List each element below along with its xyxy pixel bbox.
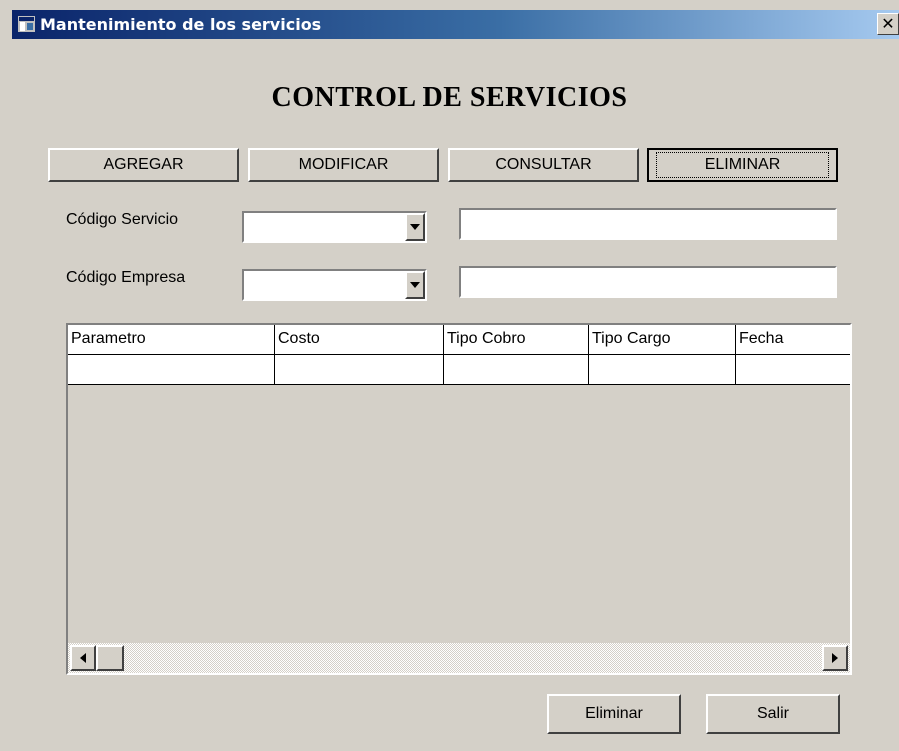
agregar-button-label: AGREGAR: [103, 156, 184, 173]
codigo-empresa-label: Código Empresa: [66, 269, 186, 286]
agregar-button[interactable]: AGREGAR: [48, 148, 239, 182]
salir-button-label: Salir: [756, 705, 789, 722]
codigo-servicio-combo[interactable]: [242, 211, 427, 243]
codigo-servicio-label: Código Servicio: [66, 211, 179, 228]
consultar-button[interactable]: CONSULTAR: [448, 148, 639, 182]
title-bar: Mantenimiento de los servicios ✕: [12, 10, 899, 39]
scrollbar-thumb[interactable]: [96, 645, 124, 671]
column-header-tipo-cobro[interactable]: Tipo Cobro: [444, 325, 589, 355]
modificar-button-label: MODIFICAR: [298, 156, 389, 173]
table-cell[interactable]: [275, 355, 444, 385]
horizontal-scrollbar[interactable]: [68, 643, 850, 673]
table-cell[interactable]: [68, 355, 275, 385]
chevron-down-icon: [410, 224, 420, 230]
eliminar-mode-button-label: ELIMINAR: [655, 152, 830, 178]
table-cell[interactable]: [589, 355, 736, 385]
close-button[interactable]: ✕: [877, 13, 899, 35]
arrow-right-icon: [832, 653, 838, 663]
salir-button[interactable]: Salir: [706, 694, 840, 734]
codigo-empresa-dropdown-button[interactable]: [405, 271, 425, 299]
grid-header: Parametro Costo Tipo Cobro Tipo Cargo Fe…: [68, 325, 850, 355]
chevron-down-icon: [410, 282, 420, 288]
modificar-button[interactable]: MODIFICAR: [248, 148, 439, 182]
column-header-parametro[interactable]: Parametro: [68, 325, 275, 355]
services-grid[interactable]: Parametro Costo Tipo Cobro Tipo Cargo Fe…: [66, 323, 852, 675]
scroll-left-button[interactable]: [70, 645, 96, 671]
consultar-button-label: CONSULTAR: [495, 156, 592, 173]
codigo-empresa-combo[interactable]: [242, 269, 427, 301]
column-header-costo[interactable]: Costo: [275, 325, 444, 355]
codigo-servicio-dropdown-button[interactable]: [405, 213, 425, 241]
window-app-icon: [18, 16, 35, 32]
table-row[interactable]: [68, 355, 850, 385]
window-title: Mantenimiento de los servicios: [40, 15, 322, 34]
column-header-tipo-cargo[interactable]: Tipo Cargo: [589, 325, 736, 355]
table-cell[interactable]: [444, 355, 589, 385]
eliminar-mode-button[interactable]: ELIMINAR: [647, 148, 838, 182]
eliminar-button[interactable]: Eliminar: [547, 694, 681, 734]
column-header-fecha[interactable]: Fecha: [736, 325, 850, 355]
servicio-descripcion-field[interactable]: [459, 208, 837, 240]
close-icon: ✕: [881, 14, 895, 33]
table-cell[interactable]: [736, 355, 850, 385]
eliminar-button-label: Eliminar: [585, 705, 643, 722]
empresa-descripcion-field[interactable]: [459, 266, 837, 298]
page-title: CONTROL DE SERVICIOS: [271, 82, 628, 113]
arrow-left-icon: [80, 653, 86, 663]
scroll-right-button[interactable]: [822, 645, 848, 671]
